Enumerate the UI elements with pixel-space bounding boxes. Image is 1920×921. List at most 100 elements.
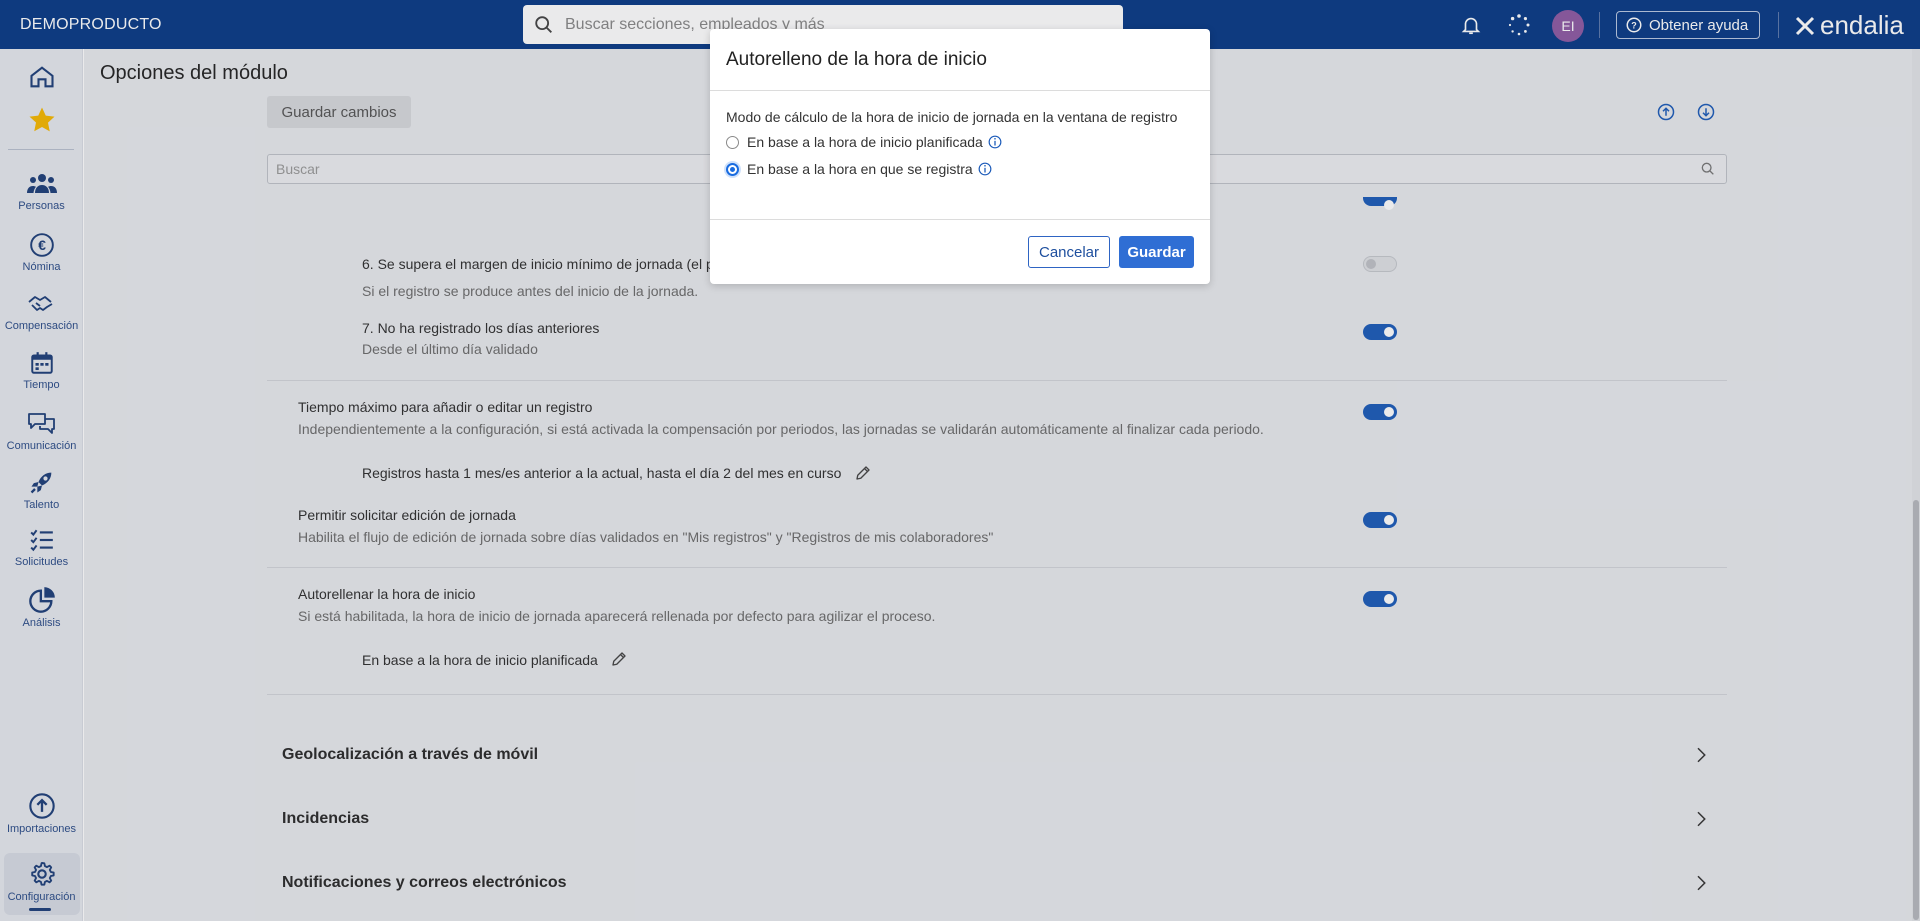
scrollbar-thumb[interactable] [1913, 500, 1919, 920]
divider [1778, 12, 1779, 38]
options-search-placeholder: Buscar [276, 161, 320, 177]
autofill-description: Si está habilitada, la hora de inicio de… [298, 608, 936, 624]
sidebar-label: Solicitudes [14, 556, 69, 568]
sidebar-label: Análisis [22, 617, 61, 629]
max-time-title: Tiempo máximo para añadir o editar un re… [298, 399, 593, 415]
sidebar-item-favorites[interactable] [0, 105, 83, 135]
euro-icon: € [29, 233, 54, 257]
help-icon: ? [1626, 17, 1642, 33]
svg-text:?: ? [1631, 20, 1637, 30]
sidebar-label: Configuración [7, 891, 76, 903]
cancel-button[interactable]: Cancelar [1028, 236, 1110, 268]
sidebar-item-nomina[interactable]: € Nómina [0, 232, 83, 273]
autofill-toggle[interactable] [1363, 591, 1397, 607]
sidebar-active-indicator [29, 908, 51, 911]
people-icon [26, 174, 57, 193]
company-name[interactable]: DEMOPRODUCTO [20, 16, 520, 34]
max-time-value: Registros hasta 1 mes/es anterior a la a… [362, 465, 842, 481]
divider [267, 567, 1727, 568]
partial-toggle[interactable] [1363, 197, 1397, 210]
home-icon [29, 66, 54, 88]
page-title: Opciones del módulo [100, 62, 288, 84]
radio-button-selected[interactable] [726, 162, 739, 176]
rule6-description: Si el registro se produce antes del inic… [362, 283, 699, 299]
info-icon[interactable] [978, 162, 992, 176]
search-icon [1701, 162, 1714, 175]
help-button[interactable]: ? Obtener ayuda [1616, 11, 1760, 39]
chevron-right-icon[interactable] [1692, 874, 1710, 892]
edit-request-toggle[interactable] [1363, 512, 1397, 528]
edit-request-title: Permitir solicitar edición de jornada [298, 507, 516, 523]
sidebar: Personas € Nómina Compensación Tiempo Co… [0, 49, 83, 921]
avatar[interactable]: EI [1552, 10, 1584, 42]
sidebar-item-comunicacion[interactable]: Comunicación [0, 409, 83, 452]
bell-icon[interactable] [1459, 13, 1483, 37]
save-button[interactable]: Guardar [1119, 236, 1194, 268]
sidebar-item-talento[interactable]: Talento [0, 468, 83, 511]
sidebar-label: Comunicación [6, 440, 77, 452]
pie-chart-icon [28, 587, 55, 613]
endalia-logo[interactable]: endalia [1793, 10, 1904, 41]
edit-pencil-icon[interactable] [610, 650, 628, 668]
section-incidencias[interactable]: Incidencias [282, 810, 369, 828]
search-icon [535, 15, 552, 33]
edit-request-description: Habilita el flujo de edición de jornada … [298, 529, 994, 545]
modal-title: Autorelleno de la hora de inicio [726, 49, 987, 70]
help-label: Obtener ayuda [1649, 16, 1749, 34]
rule7-title: 7. No ha registrado los días anteriores [362, 320, 600, 336]
calendar-icon [30, 352, 53, 374]
scroll-down-icon[interactable] [1697, 103, 1715, 121]
divider [710, 90, 1210, 91]
sidebar-item-configuracion[interactable]: Configuración [0, 860, 83, 903]
save-changes-button[interactable]: Guardar cambios [267, 96, 411, 128]
sidebar-label: Nómina [22, 261, 61, 273]
svg-text:€: € [38, 237, 46, 253]
sidebar-label: Talento [23, 499, 60, 511]
max-time-description: Independientemente a la configuración, s… [298, 421, 1264, 437]
logo-mark-icon [1795, 16, 1815, 35]
sidebar-item-compensacion[interactable]: Compensación [0, 291, 83, 332]
sidebar-label: Importaciones [6, 823, 77, 835]
radio-button[interactable] [726, 135, 739, 149]
sidebar-label: Personas [18, 200, 65, 212]
chat-icon [27, 413, 55, 434]
sidebar-item-personas[interactable]: Personas [0, 169, 83, 212]
sidebar-item-solicitudes[interactable]: Solicitudes [0, 527, 83, 568]
sidebar-item-home[interactable] [0, 63, 83, 91]
section-geolocation[interactable]: Geolocalización a través de móvil [282, 746, 538, 764]
sidebar-item-importaciones[interactable]: Importaciones [0, 792, 83, 835]
handshake-icon [27, 296, 52, 311]
rule7-description: Desde el último día validado [362, 341, 538, 357]
option-registration-time[interactable]: En base a la hora en que se registra [726, 161, 992, 177]
option-planned-start[interactable]: En base a la hora de inicio planificada [726, 134, 1002, 150]
section-notifications[interactable]: Notificaciones y correos electrónicos [282, 874, 567, 892]
option-label: En base a la hora en que se registra [747, 161, 973, 177]
edit-pencil-icon[interactable] [854, 464, 872, 482]
checklist-icon [29, 529, 53, 552]
max-time-toggle[interactable] [1363, 404, 1397, 420]
rule6-title: 6. Se supera el margen de inicio mínimo … [362, 256, 714, 272]
gear-icon [30, 861, 55, 886]
loading-icon [1507, 13, 1531, 37]
rule6-toggle[interactable] [1363, 256, 1397, 272]
divider [267, 380, 1727, 381]
rocket-icon [30, 472, 51, 494]
sidebar-label: Compensación [4, 320, 79, 332]
chevron-right-icon[interactable] [1692, 746, 1710, 764]
rule7-toggle[interactable] [1363, 324, 1397, 340]
sidebar-label: Tiempo [23, 379, 60, 391]
sidebar-divider [8, 149, 74, 150]
logo-text: endalia [1820, 10, 1904, 40]
divider [710, 219, 1210, 220]
option-label: En base a la hora de inicio planificada [747, 134, 983, 150]
modal-description: Modo de cálculo de la hora de inicio de … [726, 109, 1178, 125]
scroll-up-icon[interactable] [1657, 103, 1675, 121]
chevron-right-icon[interactable] [1692, 810, 1710, 828]
divider [1599, 12, 1600, 38]
star-icon [29, 107, 54, 132]
autofill-value: En base a la hora de inicio planificada [362, 652, 598, 668]
info-icon[interactable] [988, 135, 1002, 149]
upload-icon [28, 793, 55, 819]
sidebar-item-tiempo[interactable]: Tiempo [0, 350, 83, 391]
sidebar-item-analisis[interactable]: Análisis [0, 586, 83, 629]
